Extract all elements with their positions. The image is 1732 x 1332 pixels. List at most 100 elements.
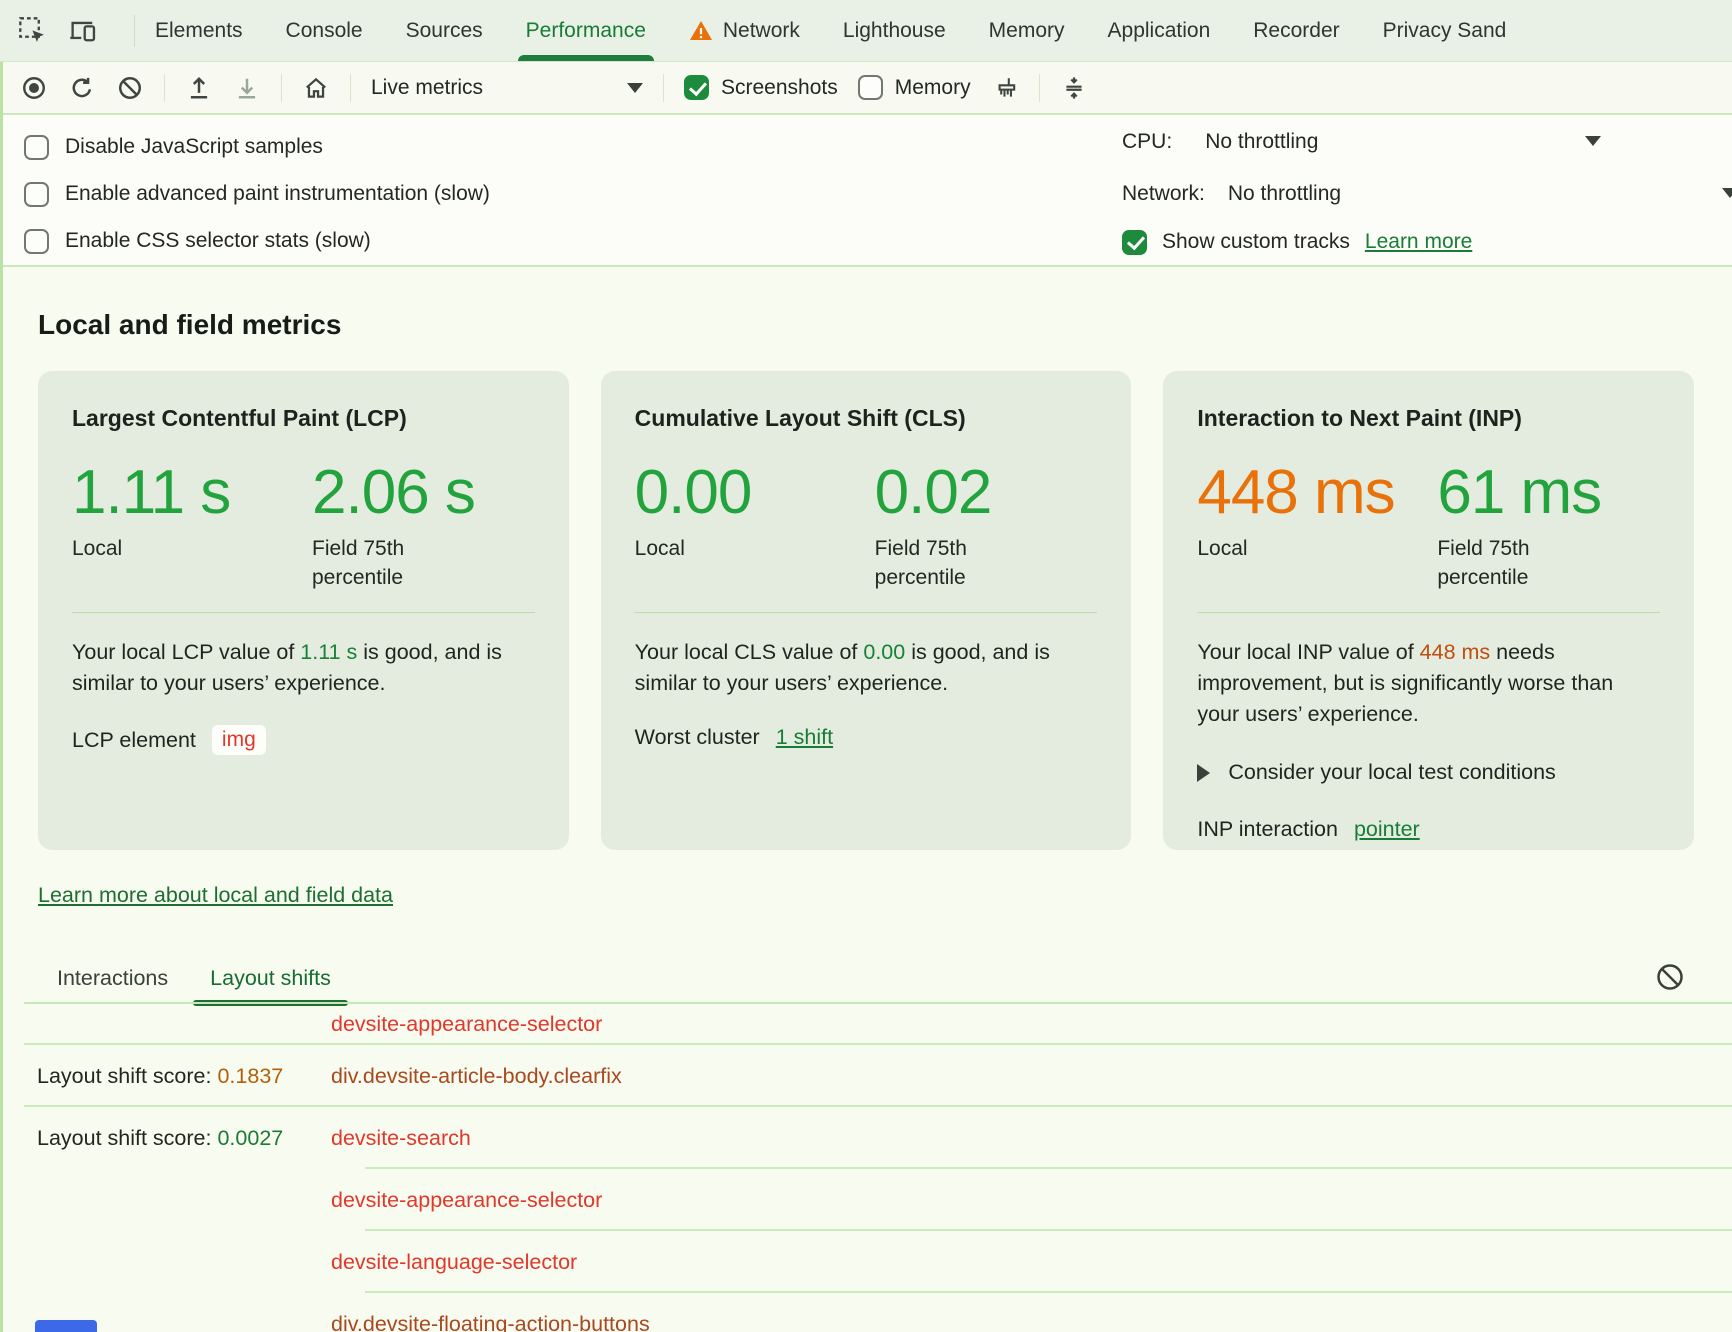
desc-value: 0.00 — [863, 640, 905, 664]
cls-field-label: Field 75th percentile — [875, 534, 1025, 592]
cls-description: Your local CLS value of 0.00 is good, an… — [635, 637, 1098, 699]
toolbar-separator — [350, 74, 351, 102]
tab-lighthouse[interactable]: Lighthouse — [843, 0, 946, 61]
memory-checkbox-row[interactable]: Memory — [858, 75, 971, 100]
shift-node-link[interactable]: devsite-appearance-selector — [331, 1012, 602, 1037]
score-cell: Layout shift score: 0.1837 — [0, 1064, 331, 1089]
disable-js-samples-row[interactable]: Disable JavaScript samples — [24, 132, 490, 162]
network-value: No throttling — [1228, 182, 1341, 206]
tab-interactions[interactable]: Interactions — [40, 952, 185, 1004]
shift-node-link[interactable]: devsite-search — [331, 1126, 471, 1151]
inp-interaction-label: INP interaction — [1197, 817, 1338, 842]
tab-performance[interactable]: Performance — [526, 0, 646, 61]
desc-text: Your local INP value of — [1197, 640, 1419, 664]
inp-interaction-link[interactable]: pointer — [1354, 817, 1420, 842]
reload-record-button[interactable] — [68, 74, 96, 102]
show-custom-tracks-checkbox[interactable] — [1122, 230, 1147, 255]
cls-field-value: 0.02 — [875, 462, 1025, 524]
cls-local-value: 0.00 — [635, 462, 875, 524]
tab-label: Privacy Sand — [1383, 19, 1507, 43]
score-value: 0.1837 — [217, 1064, 283, 1088]
home-button[interactable] — [302, 74, 330, 102]
cpu-throttling-select[interactable]: CPU: No throttling — [1122, 127, 1318, 157]
bottom-partial-blue-element — [35, 1320, 97, 1332]
worst-cluster-link[interactable]: 1 shift — [776, 725, 833, 750]
download-profile-button[interactable] — [233, 74, 261, 102]
css-selector-stats-label: Enable CSS selector stats (slow) — [65, 229, 371, 253]
tab-privacy-sandbox[interactable]: Privacy Sand — [1383, 0, 1507, 61]
shift-node-link[interactable]: devsite-appearance-selector — [331, 1188, 602, 1213]
inp-card: Interaction to Next Paint (INP) 448 ms L… — [1163, 371, 1694, 850]
lcp-card: Largest Contentful Paint (LCP) 1.11 s Lo… — [38, 371, 569, 850]
record-button[interactable] — [20, 74, 48, 102]
inp-description: Your local INP value of 448 ms needs imp… — [1197, 637, 1660, 730]
cls-card-title: Cumulative Layout Shift (CLS) — [635, 405, 1098, 432]
shift-node-link[interactable]: div.devsite-floating-action-buttons — [331, 1312, 650, 1332]
inspect-icon[interactable] — [18, 16, 48, 46]
cpu-label: CPU: — [1122, 130, 1172, 154]
screenshots-checkbox[interactable] — [684, 75, 709, 100]
worst-cluster-label: Worst cluster — [635, 725, 760, 750]
inp-local-value: 448 ms — [1197, 462, 1437, 524]
tab-label: Performance — [526, 19, 646, 43]
memory-checkbox[interactable] — [858, 75, 883, 100]
toolbar-separator — [1039, 74, 1040, 102]
upload-profile-button[interactable] — [185, 74, 213, 102]
shift-node-link[interactable]: devsite-language-selector — [331, 1250, 577, 1275]
caret-down-icon — [627, 83, 643, 93]
history-dropdown[interactable]: Live metrics — [371, 76, 643, 100]
toolbar-separator — [281, 74, 282, 102]
panel-left-border — [0, 62, 3, 1332]
lcp-local-value: 1.11 s — [72, 462, 312, 524]
layout-shift-row: devsite-appearance-selector — [0, 1004, 1732, 1045]
disclosure-icon — [1197, 764, 1210, 782]
tab-memory[interactable]: Memory — [989, 0, 1065, 61]
tab-layout-shifts[interactable]: Layout shifts — [193, 952, 348, 1004]
inp-field-label: Field 75th percentile — [1437, 534, 1587, 592]
layout-shift-row: devsite-language-selector — [0, 1231, 1732, 1293]
collapse-icon[interactable] — [1060, 74, 1088, 102]
tab-sources[interactable]: Sources — [406, 0, 483, 61]
logs-tabstrip: Interactions Layout shifts — [0, 952, 1732, 1004]
lcp-element-label: LCP element — [72, 728, 196, 753]
tab-application[interactable]: Application — [1108, 0, 1211, 61]
css-selector-stats-checkbox[interactable] — [24, 229, 49, 254]
layout-shift-row: div.devsite-floating-action-buttons — [0, 1293, 1732, 1332]
tabbar-divider — [134, 15, 135, 47]
desc-value: 1.11 s — [300, 640, 357, 664]
local-field-metrics-section: Local and field metrics Largest Contentf… — [0, 267, 1732, 908]
advanced-paint-row[interactable]: Enable advanced paint instrumentation (s… — [24, 179, 490, 209]
devtools-tabbar: Elements Console Sources Performance Net… — [0, 0, 1732, 62]
tab-label: Interactions — [57, 966, 168, 991]
tab-console[interactable]: Console — [286, 0, 363, 61]
network-label: Network: — [1122, 182, 1205, 206]
learn-more-link[interactable]: Learn more — [1365, 230, 1472, 254]
local-test-conditions-disclosure[interactable]: Consider your local test conditions — [1197, 760, 1660, 785]
layout-shift-row: Layout shift score: 0.0027 devsite-searc… — [0, 1107, 1732, 1169]
cls-card: Cumulative Layout Shift (CLS) 0.00 Local… — [601, 371, 1132, 850]
learn-more-field-data-link[interactable]: Learn more about local and field data — [38, 883, 393, 908]
shift-node-link[interactable]: div.devsite-article-body.clearfix — [331, 1064, 622, 1089]
caret-down-icon — [1585, 136, 1601, 146]
brush-icon[interactable] — [991, 74, 1019, 102]
lcp-description: Your local LCP value of 1.11 s is good, … — [72, 637, 535, 699]
devtools-performance-panel: Elements Console Sources Performance Net… — [0, 0, 1732, 1332]
lcp-field-label: Field 75th percentile — [312, 534, 462, 592]
layout-shift-row: devsite-appearance-selector — [0, 1169, 1732, 1231]
advanced-paint-label: Enable advanced paint instrumentation (s… — [65, 182, 490, 206]
network-throttling-select[interactable]: Network: No throttling — [1122, 179, 1341, 209]
lcp-element-chip[interactable]: img — [212, 725, 266, 755]
tab-network[interactable]: Network — [689, 0, 800, 61]
device-toolbar-icon[interactable] — [68, 16, 98, 46]
show-custom-tracks-row[interactable]: Show custom tracks Learn more — [1122, 227, 1472, 257]
screenshots-checkbox-row[interactable]: Screenshots — [684, 75, 838, 100]
clear-button[interactable] — [116, 74, 144, 102]
css-selector-stats-row[interactable]: Enable CSS selector stats (slow) — [24, 226, 490, 256]
advanced-paint-checkbox[interactable] — [24, 182, 49, 207]
disable-js-samples-checkbox[interactable] — [24, 135, 49, 160]
tab-recorder[interactable]: Recorder — [1253, 0, 1339, 61]
clear-log-icon[interactable] — [1655, 962, 1685, 992]
score-value: 0.0027 — [217, 1126, 283, 1150]
tab-elements[interactable]: Elements — [155, 0, 243, 61]
card-divider — [635, 612, 1098, 613]
